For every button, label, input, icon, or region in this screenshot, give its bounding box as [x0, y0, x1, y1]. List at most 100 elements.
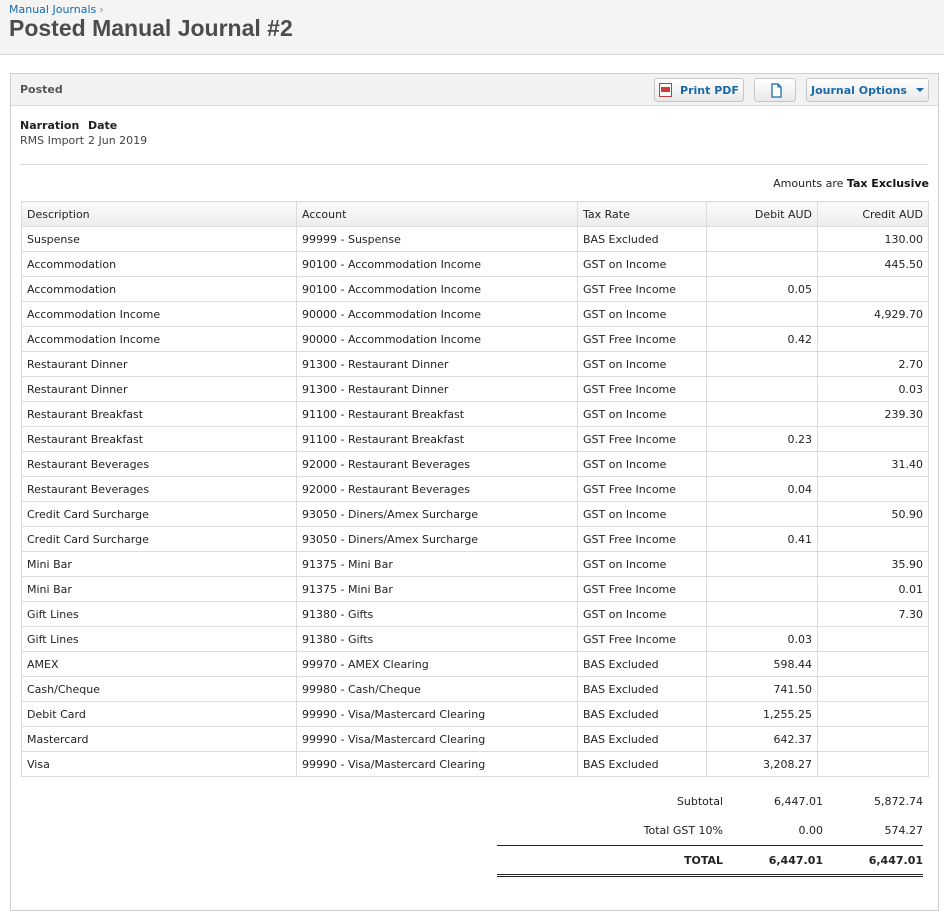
copy-button[interactable]	[754, 78, 796, 102]
cell-description: Restaurant Breakfast	[21, 426, 297, 452]
cell-credit	[817, 476, 929, 502]
cell-description: Mini Bar	[21, 551, 297, 577]
cell-account: 99990 - Visa/Mastercard Clearing	[296, 701, 578, 727]
cell-tax-rate: GST on Income	[577, 551, 707, 577]
journal-options-dropdown[interactable]: Journal Options	[806, 78, 929, 102]
cell-description: Gift Lines	[21, 601, 297, 627]
table-row: Credit Card Surcharge 93050 - Diners/Amex…	[21, 526, 929, 552]
subtotal-row: Subtotal 6,447.01 5,872.74	[497, 787, 923, 816]
table-row: Gift Lines 91380 - Gifts GST on Income 7.30	[21, 601, 929, 627]
status-label: Posted	[20, 83, 63, 96]
table-row: Credit Card Surcharge 93050 - Diners/Amex…	[21, 501, 929, 527]
column-header-description: Description	[21, 201, 297, 227]
cell-tax-rate: GST on Income	[577, 401, 707, 427]
cell-tax-rate: GST on Income	[577, 501, 707, 527]
cell-credit: 239.30	[817, 401, 929, 427]
cell-account: 93050 - Diners/Amex Surcharge	[296, 501, 578, 527]
cell-account: 91375 - Mini Bar	[296, 551, 578, 577]
table-row: Mastercard 99990 - Visa/Mastercard Cleari…	[21, 726, 929, 752]
cell-account: 91375 - Mini Bar	[296, 576, 578, 602]
table-row: Restaurant Dinner 91300 - Restaurant Dinn…	[21, 351, 929, 377]
cell-debit	[706, 226, 818, 252]
cell-credit	[817, 526, 929, 552]
cell-tax-rate: BAS Excluded	[577, 676, 707, 702]
cell-description: Mastercard	[21, 726, 297, 752]
date-block: Date 2 Jun 2019	[88, 119, 147, 147]
gst-row: Total GST 10% 0.00 574.27	[497, 816, 923, 846]
cell-credit	[817, 701, 929, 727]
cell-debit	[706, 301, 818, 327]
cell-tax-rate: BAS Excluded	[577, 701, 707, 727]
print-pdf-button[interactable]: Print PDF	[654, 78, 744, 102]
cell-account: 92000 - Restaurant Beverages	[296, 476, 578, 502]
table-row: Mini Bar 91375 - Mini Bar GST Free Income 0…	[21, 576, 929, 602]
cell-account: 91100 - Restaurant Breakfast	[296, 401, 578, 427]
cell-account: 99980 - Cash/Cheque	[296, 676, 578, 702]
pdf-icon	[659, 83, 673, 97]
cell-debit: 0.41	[706, 526, 818, 552]
cell-credit: 50.90	[817, 501, 929, 527]
journal-options-label: Journal Options	[811, 83, 907, 97]
gst-label: Total GST 10%	[643, 824, 723, 837]
subtotal-debit: 6,447.01	[774, 795, 823, 808]
gst-debit: 0.00	[798, 824, 824, 837]
amounts-note-prefix: Amounts are	[773, 177, 844, 190]
cell-credit: 445.50	[817, 251, 929, 277]
cell-tax-rate: GST Free Income	[577, 276, 707, 302]
table-row: AMEX 99970 - AMEX Clearing BAS Excluded 598…	[21, 651, 929, 677]
cell-tax-rate: GST Free Income	[577, 626, 707, 652]
cell-account: 91380 - Gifts	[296, 601, 578, 627]
cell-debit	[706, 401, 818, 427]
cell-credit: 7.30	[817, 601, 929, 627]
cell-debit	[706, 501, 818, 527]
cell-credit: 31.40	[817, 451, 929, 477]
cell-account: 91380 - Gifts	[296, 626, 578, 652]
cell-credit: 4,929.70	[817, 301, 929, 327]
cell-debit: 642.37	[706, 726, 818, 752]
table-row: Restaurant Breakfast 91100 - Restaurant B…	[21, 401, 929, 427]
table-row: Accommodation 90100 - Accommodation Incom…	[21, 251, 929, 277]
cell-account: 99970 - AMEX Clearing	[296, 651, 578, 677]
cell-tax-rate: GST on Income	[577, 451, 707, 477]
column-header-account: Account	[296, 201, 578, 227]
cell-debit: 0.42	[706, 326, 818, 352]
narration-value: RMS Import	[20, 134, 85, 147]
cell-description: Credit Card Surcharge	[21, 501, 297, 527]
table-row: Gift Lines 91380 - Gifts GST Free Income 0.…	[21, 626, 929, 652]
cell-tax-rate: BAS Excluded	[577, 226, 707, 252]
cell-debit: 741.50	[706, 676, 818, 702]
cell-description: Restaurant Breakfast	[21, 401, 297, 427]
table-row: Accommodation Income 90000 - Accommodatio…	[21, 301, 929, 327]
table-row: Accommodation 90100 - Accommodation Incom…	[21, 276, 929, 302]
cell-tax-rate: BAS Excluded	[577, 726, 707, 752]
cell-debit	[706, 551, 818, 577]
total-credit: 6,447.01	[823, 845, 923, 877]
cell-description: Restaurant Dinner	[21, 376, 297, 402]
cell-tax-rate: GST on Income	[577, 301, 707, 327]
cell-account: 91300 - Restaurant Dinner	[296, 351, 578, 377]
cell-description: Accommodation Income	[21, 326, 297, 352]
cell-description: Credit Card Surcharge	[21, 526, 297, 552]
table-row: Debit Card 99990 - Visa/Mastercard Cleari…	[21, 701, 929, 727]
cell-account: 92000 - Restaurant Beverages	[296, 451, 578, 477]
cell-debit	[706, 351, 818, 377]
cell-credit	[817, 276, 929, 302]
cell-description: Debit Card	[21, 701, 297, 727]
cell-credit	[817, 751, 929, 777]
print-pdf-label: Print PDF	[680, 83, 739, 97]
table-row: Visa 99990 - Visa/Mastercard Clearing BAS …	[21, 751, 929, 777]
cell-description: AMEX	[21, 651, 297, 677]
cell-account: 90000 - Accommodation Income	[296, 301, 578, 327]
table-row: Restaurant Beverages 92000 - Restaurant B…	[21, 451, 929, 477]
chevron-down-icon	[915, 88, 924, 92]
column-header-tax-rate: Tax Rate	[577, 201, 707, 227]
cell-credit: 35.90	[817, 551, 929, 577]
cell-description: Restaurant Beverages	[21, 476, 297, 502]
cell-description: Gift Lines	[21, 626, 297, 652]
table-row: Suspense 99999 - Suspense BAS Excluded 130.…	[21, 226, 929, 252]
cell-tax-rate: GST Free Income	[577, 526, 707, 552]
cell-tax-rate: GST on Income	[577, 351, 707, 377]
cell-debit	[706, 376, 818, 402]
cell-debit: 0.03	[706, 626, 818, 652]
cell-account: 90100 - Accommodation Income	[296, 276, 578, 302]
